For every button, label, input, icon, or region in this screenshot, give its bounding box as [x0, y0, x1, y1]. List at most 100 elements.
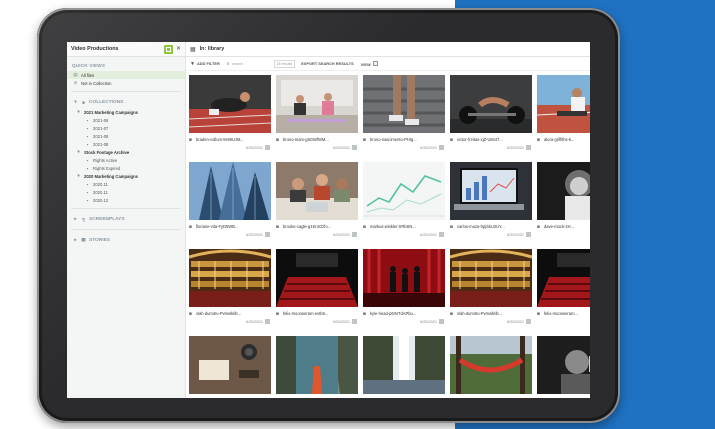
asset-filename: felix-mooneeram-evIb6... — [283, 311, 329, 316]
asset-card[interactable]: ◙alora-griffiths-k...6/25/2021 — [537, 75, 590, 155]
asset-card[interactable]: ◙ kyle-head-p6rNTdAPbu... 6/25/2021 — [363, 249, 445, 329]
camera-icon: ◙ — [276, 137, 279, 142]
asset-thumbnail[interactable] — [276, 249, 358, 307]
add-filter-button[interactable]: ADD FILTER — [197, 61, 220, 66]
asset-thumbnail[interactable] — [189, 75, 271, 133]
asset-filename: braden-collum-9HI8UJM... — [196, 137, 244, 142]
asset-menu-icon[interactable] — [526, 232, 531, 237]
asset-thumbnail[interactable] — [450, 75, 532, 133]
asset-thumbnail[interactable] — [450, 162, 532, 220]
asset-thumbnail[interactable] — [537, 336, 590, 394]
chevron-down-icon: ▾ — [74, 99, 77, 104]
asset-menu-icon[interactable] — [526, 145, 531, 150]
asset-card[interactable]: ◙ felix-mooneeram-evIb6... 6/25/2021 — [276, 249, 358, 329]
asset-card[interactable]: ◙dave-mock-2H...6/25/2021 — [537, 162, 590, 242]
asset-card[interactable]: ◙felix-mooneeram...6/25/2021 — [537, 249, 590, 329]
asset-thumbnail[interactable] — [363, 249, 445, 307]
asset-filename: bruno-nascimento-PHIg... — [370, 137, 417, 142]
collection-item[interactable]: ▪ 2021-06 — [67, 116, 185, 124]
chevron-right-icon: ▸ — [74, 216, 77, 221]
collection-icon: ▪ — [86, 141, 89, 147]
asset-thumbnail[interactable] — [189, 249, 271, 307]
collection-item[interactable]: ▪ Rights Active — [67, 156, 185, 164]
collection-item[interactable]: ▪ 2021-08 — [67, 132, 185, 140]
asset-thumbnail[interactable] — [363, 75, 445, 133]
search-input[interactable]: search — [232, 61, 270, 66]
grid-view-icon[interactable] — [163, 44, 173, 54]
asset-thumbnail[interactable] — [450, 249, 532, 307]
asset-thumbnail[interactable] — [363, 162, 445, 220]
collection-item[interactable]: ▪ Rights Expired — [67, 164, 185, 172]
asset-card[interactable]: ◙ braden-collum-9HI8UJM... 6/25/2021 — [189, 75, 271, 155]
collection-group[interactable]: ▾ 2020 Marketing Campaigns — [67, 172, 185, 180]
asset-card[interactable] — [363, 336, 445, 398]
asset-menu-icon[interactable] — [352, 145, 357, 150]
asset-menu-icon[interactable] — [265, 319, 270, 324]
asset-thumbnail[interactable] — [537, 75, 590, 133]
asset-thumbnail[interactable] — [276, 336, 358, 394]
asset-caption: ◙ bruno-nascimento-PHIg... — [363, 135, 445, 144]
stories-label: STORIES — [89, 237, 110, 243]
quick-view-all-files[interactable]: ▤ All files — [67, 71, 185, 79]
view-button[interactable]: VIEW — [361, 60, 378, 67]
asset-thumbnail[interactable] — [537, 249, 590, 307]
camera-icon: ◙ — [189, 224, 192, 229]
stories-heading[interactable]: ▸ ▤ STORIES — [67, 234, 185, 246]
asset-menu-icon[interactable] — [439, 319, 444, 324]
asset-thumbnail[interactable] — [189, 336, 271, 394]
asset-thumbnail[interactable] — [537, 162, 590, 220]
asset-card[interactable]: ◙ vlah-dumitru-Pvmwfelb... 6/25/2021 — [189, 249, 271, 329]
asset-caption: ◙ bruno-mars-g6GWfWM... — [276, 135, 358, 144]
asset-menu-icon[interactable] — [265, 145, 270, 150]
asset-menu-icon[interactable] — [439, 145, 444, 150]
screenplays-heading[interactable]: ▸ ¶ SCREENPLAYS — [67, 213, 185, 225]
collection-item[interactable]: ▪ 2020.11 — [67, 180, 185, 188]
asset-menu-icon[interactable] — [526, 319, 531, 324]
collection-item[interactable]: ▪ 2021-08 — [67, 140, 185, 148]
collection-icon: ▪ — [86, 165, 89, 171]
collection-item[interactable]: ▪ 2021-07 — [67, 124, 185, 132]
asset-thumbnail[interactable] — [189, 162, 271, 220]
asset-thumbnail[interactable] — [450, 336, 532, 394]
asset-card[interactable]: ◙ floriane-vita-FyD5WB... 6/25/2021 — [189, 162, 271, 242]
asset-filename: vlah-dumitru-Pvmwfelb... — [196, 311, 242, 316]
asset-card[interactable]: ◙ bruno-mars-g6GWfWM... 6/25/2021 — [276, 75, 358, 155]
asset-card[interactable]: ◙ vlah-dumitru-Pvmwfelb... 6/25/2021 — [450, 249, 532, 329]
collections-heading[interactable]: ▾ ■ COLLECTIONS — [67, 96, 185, 108]
asset-date: 6/25/2021 — [507, 319, 524, 324]
asset-menu-icon[interactable] — [352, 319, 357, 324]
asset-date: 6/25/2021 — [333, 232, 350, 237]
asset-menu-icon[interactable] — [352, 232, 357, 237]
collection-label: 2021-06 — [93, 117, 109, 123]
tablet-device: Video Productions ✕ QUICK VIEWS ▤ All fi… — [37, 8, 620, 423]
asset-caption: ◙ markus-winkler-IrRbSN... — [363, 222, 445, 231]
collection-group[interactable]: ▾ Stock Footage Archive — [67, 148, 185, 156]
asset-date-row: 6/25/2021 — [246, 319, 270, 324]
asset-card[interactable]: ◙ bruno-nascimento-PHIg... 6/25/2021 — [363, 75, 445, 155]
asset-caption: ◙ felix-mooneeram-evIb6... — [276, 309, 358, 318]
asset-thumbnail[interactable] — [276, 75, 358, 133]
asset-card[interactable] — [189, 336, 271, 398]
asset-date-row: 6/25/2021 — [507, 319, 531, 324]
collection-item[interactable]: ▪ 2020.12 — [67, 196, 185, 204]
export-search-results-button[interactable]: EXPORT SEARCH RESULTS — [301, 61, 353, 66]
asset-card[interactable] — [537, 336, 590, 398]
camera-icon: ◙ — [537, 224, 540, 229]
asset-card[interactable]: ◙ carlos-muza-hpjSkU2UY... 6/25/2021 — [450, 162, 532, 242]
chevron-down-icon: ▾ — [77, 173, 80, 178]
collection-item[interactable]: ▪ 2020.11 — [67, 188, 185, 196]
collection-group[interactable]: ▾ 2021 Marketing Campaigns — [67, 108, 185, 116]
asset-thumbnail[interactable] — [276, 162, 358, 220]
asset-date: 6/25/2021 — [507, 145, 524, 150]
asset-menu-icon[interactable] — [439, 232, 444, 237]
asset-card[interactable]: ◙ brooke-cagle-g1Kr4Ozfo... 6/25/2021 — [276, 162, 358, 242]
close-icon[interactable]: ✕ — [176, 46, 181, 52]
asset-card[interactable] — [276, 336, 358, 398]
asset-card[interactable]: ◙ victor-freitas-xjZ-U8s47... 6/25/2021 — [450, 75, 532, 155]
asset-card[interactable] — [450, 336, 532, 398]
asset-menu-icon[interactable] — [265, 232, 270, 237]
quick-view-not-in-collection[interactable]: ⊘ Not in Collection — [67, 79, 185, 87]
asset-card[interactable]: ◙ markus-winkler-IrRbSN... 6/25/2021 — [363, 162, 445, 242]
asset-date-row: 6/25/2021 — [246, 232, 270, 237]
asset-thumbnail[interactable] — [363, 336, 445, 394]
